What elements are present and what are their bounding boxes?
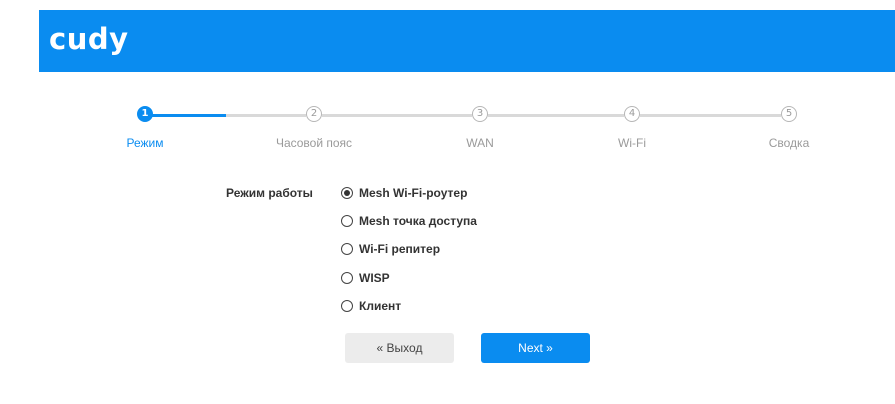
content-area	[39, 72, 895, 404]
step-1-circle: 1	[137, 106, 153, 122]
step-2-circle: 2	[306, 106, 322, 122]
mode-option-mesh-access-point[interactable]: Mesh точка доступа	[341, 213, 477, 229]
step-2-label: Часовой пояс	[275, 136, 353, 150]
step-5-circle: 5	[781, 106, 797, 122]
header-bar: cudy	[39, 10, 895, 72]
mode-option-label: Mesh Wi-Fi-роутер	[359, 186, 468, 200]
mode-option-label: WISP	[359, 271, 390, 285]
stepper-track-2-3	[322, 114, 472, 117]
mode-option-client[interactable]: Клиент	[341, 298, 401, 314]
radio-button[interactable]	[341, 272, 353, 284]
stepper-track-4-5	[640, 114, 781, 117]
radio-button[interactable]	[341, 215, 353, 227]
stepper-track-3-4	[488, 114, 624, 117]
mode-option-label: Mesh точка доступа	[359, 214, 477, 228]
step-3-label: WAN	[466, 136, 494, 150]
mode-field-label: Режим работы	[226, 186, 313, 200]
mode-option-label: Wi-Fi репитер	[359, 242, 441, 256]
cudy-logo: cudy	[49, 22, 129, 56]
step-3-circle: 3	[472, 106, 488, 122]
step-4-label: Wi-Fi	[618, 136, 646, 150]
step-5-label: Сводка	[768, 136, 810, 150]
mode-option-mesh-router[interactable]: Mesh Wi-Fi-роутер	[341, 185, 467, 201]
radio-button[interactable]	[341, 243, 353, 255]
setup-wizard-page: cudy 1 2 3 4 5 Режим Часовой пояс WAN Wi…	[0, 0, 895, 404]
mode-option-wifi-repeater[interactable]: Wi-Fi репитер	[341, 241, 440, 257]
exit-button[interactable]: « Выход	[345, 333, 454, 363]
radio-button-checked[interactable]	[341, 187, 353, 199]
stepper-track-1-2	[226, 114, 306, 117]
next-button[interactable]: Next »	[481, 333, 590, 363]
step-4-circle: 4	[624, 106, 640, 122]
step-1-label: Режим	[126, 136, 164, 150]
mode-option-wisp[interactable]: WISP	[341, 270, 390, 286]
radio-button[interactable]	[341, 300, 353, 312]
stepper-progress-active	[152, 114, 226, 117]
mode-option-label: Клиент	[359, 299, 402, 313]
